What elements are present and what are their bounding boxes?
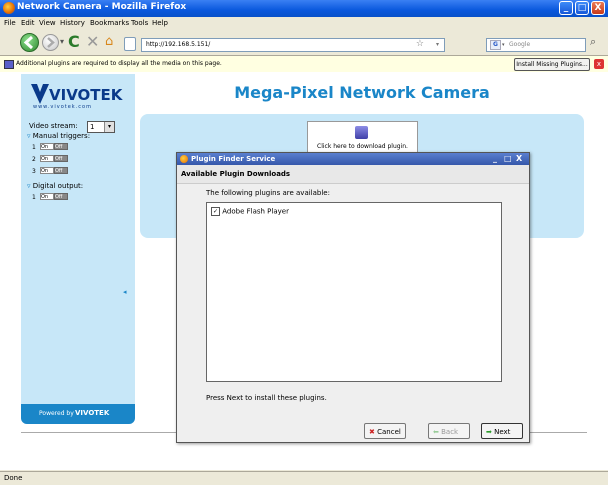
powered-by-text: Powered by: [39, 410, 74, 417]
logo-url: www.vivotek.com: [33, 104, 92, 110]
forward-icon[interactable]: [42, 34, 59, 51]
digital-output-text: Digital output:: [32, 182, 84, 190]
vivotek-logo: VIVOTEK www.vivotek.com: [29, 82, 125, 110]
logo-text: VIVOTEK: [49, 86, 123, 104]
status-text: Done: [4, 474, 23, 482]
menu-view[interactable]: View: [39, 19, 56, 27]
maximize-button[interactable]: □: [575, 1, 589, 15]
output-1-on-button[interactable]: On: [40, 193, 54, 200]
cancel-icon: ✖: [369, 428, 375, 436]
collapse-icon[interactable]: ▿: [27, 132, 31, 140]
plugin-finder-dialog: Plugin Finder Service _ □ X Available Pl…: [176, 152, 530, 443]
menu-bar: File Edit View History Bookmarks Tools H…: [0, 17, 608, 30]
search-placeholder: Google: [509, 41, 531, 48]
dialog-footer-text: Press Next to install these plugins.: [206, 394, 327, 402]
trigger-num: 3: [32, 168, 36, 175]
infobar-message: Additional plugins are required to displ…: [16, 60, 222, 67]
url-input[interactable]: http://192.168.5.151/ ☆ ▾: [141, 38, 445, 52]
manual-triggers-label: ▿ Manual triggers:: [27, 132, 90, 140]
cancel-label: Cancel: [377, 428, 401, 436]
back-label: Back: [441, 428, 459, 436]
plugin-name: Adobe Flash Player: [222, 207, 289, 216]
back-button[interactable]: ⬅ Back: [428, 423, 470, 439]
search-input[interactable]: G ▾ Google: [486, 38, 586, 52]
digital-output-label: ▿ Digital output:: [27, 182, 83, 190]
download-plugin-text: Click here to download plugin.: [317, 143, 408, 150]
plugin-list: ✓ Adobe Flash Player: [206, 202, 502, 382]
powered-by-logo: VIVOTEK: [75, 409, 110, 417]
plugin-infobar: Additional plugins are required to displ…: [0, 55, 608, 73]
cancel-button[interactable]: ✖ Cancel: [364, 423, 406, 439]
trigger-1-on-button[interactable]: On: [40, 143, 54, 150]
firefox-icon: [180, 155, 188, 163]
close-button[interactable]: X: [591, 1, 605, 15]
back-icon[interactable]: [20, 33, 39, 52]
dialog-intro: The following plugins are available:: [206, 189, 330, 197]
next-arrow-icon: ➡: [486, 428, 492, 436]
menu-help[interactable]: Help: [152, 19, 168, 27]
bookmark-star-icon[interactable]: ☆: [416, 38, 424, 50]
video-stream-label: Video stream:: [29, 122, 78, 130]
dialog-titlebar: Plugin Finder Service _ □ X: [177, 153, 529, 165]
plugin-checkbox[interactable]: ✓: [211, 207, 220, 216]
trigger-2-on-button[interactable]: On: [40, 155, 54, 162]
trigger-3-off-button[interactable]: Off: [54, 167, 68, 174]
trigger-3-on-button[interactable]: On: [40, 167, 54, 174]
stop-icon[interactable]: ✕: [86, 32, 99, 51]
download-plugin-box[interactable]: Click here to download plugin.: [307, 121, 418, 156]
nav-toolbar: ▾ C ✕ ⌂ http://192.168.5.151/ ☆ ▾ G ▾ Go…: [0, 30, 608, 55]
menu-file[interactable]: File: [4, 19, 16, 27]
home-icon[interactable]: ⌂: [105, 34, 113, 49]
powered-by-bar: Powered by VIVOTEK: [21, 404, 135, 424]
menu-bookmarks[interactable]: Bookmarks: [90, 19, 129, 27]
history-dropdown-icon[interactable]: ▾: [60, 37, 64, 46]
trigger-num: 1: [32, 144, 36, 151]
url-text: http://192.168.5.151/: [146, 41, 211, 48]
window-titlebar: Network Camera - Mozilla Firefox _ □ X: [0, 0, 608, 17]
dialog-title: Plugin Finder Service: [191, 155, 276, 163]
sidebar-panel: VIVOTEK www.vivotek.com Video stream: 1 …: [21, 74, 135, 424]
reload-icon[interactable]: C: [68, 32, 80, 51]
plugin-icon: [355, 126, 368, 139]
url-dropdown-icon[interactable]: ▾: [436, 39, 439, 51]
search-icon[interactable]: ⌕: [590, 35, 596, 49]
search-engine-dropdown-icon[interactable]: ▾: [502, 39, 505, 51]
status-bar: Done: [0, 471, 608, 485]
trigger-2-off-button[interactable]: Off: [54, 155, 68, 162]
window-title: Network Camera - Mozilla Firefox: [17, 2, 187, 12]
trigger-num: 2: [32, 156, 36, 163]
dialog-close-button[interactable]: X: [516, 154, 522, 163]
chevron-down-icon: ▾: [104, 122, 114, 132]
next-label: Next: [494, 428, 511, 436]
menu-history[interactable]: History: [60, 19, 85, 27]
google-icon[interactable]: G: [490, 40, 501, 50]
install-missing-plugins-button[interactable]: Install Missing Plugins...: [514, 58, 590, 71]
trigger-1-off-button[interactable]: Off: [54, 143, 68, 150]
plugin-icon: [4, 60, 14, 69]
collapse-icon[interactable]: ▿: [27, 182, 31, 190]
video-stream-select[interactable]: 1 ▾: [87, 121, 115, 133]
video-stream-value: 1: [90, 123, 95, 131]
page-icon: [124, 37, 136, 51]
output-num: 1: [32, 194, 36, 201]
collapse-sidebar-icon[interactable]: ◂: [123, 288, 127, 296]
dialog-maximize-button[interactable]: □: [504, 154, 512, 163]
dialog-header: Available Plugin Downloads: [177, 165, 529, 184]
menu-tools[interactable]: Tools: [131, 19, 148, 27]
infobar-close-button[interactable]: x: [594, 59, 604, 69]
minimize-button[interactable]: _: [559, 1, 573, 15]
manual-triggers-text: Manual triggers:: [32, 132, 91, 140]
back-arrow-icon: ⬅: [433, 428, 439, 436]
output-1-off-button[interactable]: Off: [54, 193, 68, 200]
page-title: Mega-Pixel Network Camera: [234, 83, 490, 102]
firefox-icon: [3, 2, 15, 14]
next-button[interactable]: ➡ Next: [481, 423, 523, 439]
list-item[interactable]: ✓ Adobe Flash Player: [211, 207, 289, 216]
dialog-minimize-button[interactable]: _: [493, 154, 497, 163]
menu-edit[interactable]: Edit: [21, 19, 35, 27]
dialog-header-text: Available Plugin Downloads: [181, 170, 291, 178]
